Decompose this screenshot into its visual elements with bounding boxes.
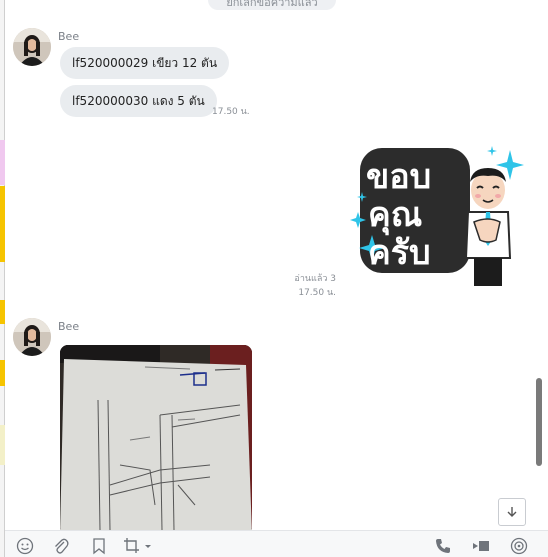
avatar[interactable] xyxy=(13,28,51,66)
sender-name: Bee xyxy=(58,320,80,333)
message-bubble[interactable]: lf520000029 เขียว 12 ตัน xyxy=(60,47,230,79)
left-window-edge xyxy=(0,0,5,557)
sticker-text: คุณ xyxy=(368,195,422,236)
chat-toolbar xyxy=(5,530,548,557)
message-bubble[interactable]: lf520000030 แดง 5 ตัน xyxy=(60,85,217,117)
chat-window: ยกเลิกข้อความแล้ว Bee lf520000029 เขียว … xyxy=(0,0,548,557)
scrollbar-thumb[interactable] xyxy=(536,378,542,466)
attach-icon[interactable] xyxy=(51,537,71,555)
scroll-to-bottom-button[interactable] xyxy=(498,498,526,526)
photo-message[interactable] xyxy=(60,345,252,535)
sender-name: Bee xyxy=(58,30,80,43)
sticker-text: ขอบ xyxy=(366,157,431,197)
read-status: อ่านแล้ว 3 xyxy=(294,274,336,284)
message-time: 17.50 น. xyxy=(212,107,250,117)
emoji-icon[interactable] xyxy=(15,537,35,555)
bookmark-icon[interactable] xyxy=(89,537,109,555)
sticker-text: ครับ xyxy=(368,233,431,273)
crop-icon[interactable] xyxy=(123,537,153,555)
video-icon[interactable] xyxy=(471,537,491,555)
message-time: 17.50 น. xyxy=(298,288,336,298)
avatar[interactable] xyxy=(13,318,51,356)
arrow-down-icon xyxy=(507,507,517,517)
phone-icon[interactable] xyxy=(433,537,453,555)
broadcast-icon[interactable] xyxy=(509,537,529,555)
thank-you-sticker[interactable]: ขอบ คุณ ครับ xyxy=(350,140,525,290)
system-notice: ยกเลิกข้อความแล้ว xyxy=(208,0,336,10)
